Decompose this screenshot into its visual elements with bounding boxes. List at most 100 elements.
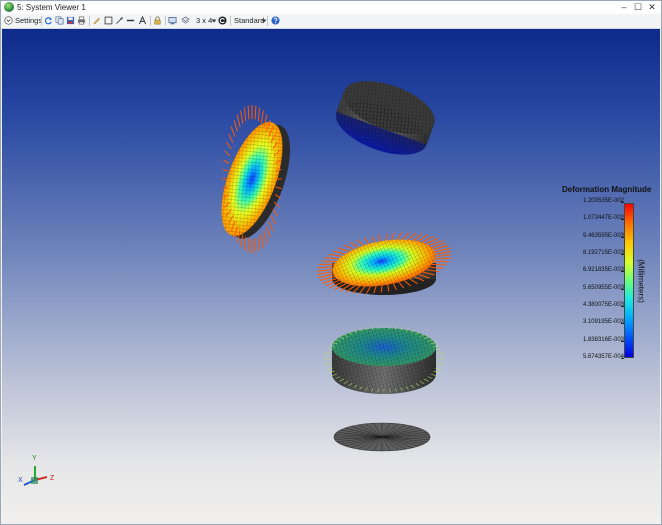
- legend-label: 5.650955E-003: [582, 284, 624, 291]
- legend-label: 3.109195E-003: [582, 319, 624, 326]
- disk-top[interactable]: [329, 70, 442, 165]
- view-mode-dropdown[interactable]: Standard: [234, 15, 264, 27]
- arrow-line: [257, 236, 261, 251]
- arrow-line: [380, 285, 383, 293]
- viewport-icon[interactable]: [168, 16, 177, 25]
- legend-tick: [621, 271, 624, 273]
- arrow-line: [396, 232, 402, 240]
- disk-left-deformed[interactable]: [209, 105, 303, 253]
- line-icon[interactable]: [126, 16, 135, 25]
- print-icon[interactable]: [77, 16, 86, 25]
- arrow-line: [228, 133, 234, 143]
- disk-bottom[interactable]: [333, 422, 431, 452]
- arrow-line: [230, 126, 236, 137]
- refresh-icon[interactable]: [44, 16, 53, 25]
- save-image-icon[interactable]: [66, 16, 75, 25]
- arrow-line: [363, 237, 370, 245]
- arrow-line: [435, 348, 442, 351]
- arrow-line: [326, 348, 333, 351]
- arrow-line: [240, 110, 244, 124]
- axis-x-label: X: [18, 477, 23, 484]
- legend-tick: [621, 202, 624, 203]
- arrow-line-icon[interactable]: [115, 16, 124, 25]
- arrow-line: [272, 208, 279, 217]
- rectangle-icon[interactable]: [104, 16, 113, 25]
- arrow-line: [435, 251, 452, 255]
- arrow-line: [325, 364, 332, 367]
- legend-label: 1.200535E-002: [582, 198, 624, 204]
- legend-unit: (Millimeters): [636, 259, 646, 303]
- arrow-line: [316, 271, 333, 275]
- maximize-button[interactable]: ☐: [631, 1, 645, 14]
- text-icon[interactable]: [138, 16, 147, 25]
- arrow-line: [236, 114, 241, 128]
- 3d-viewport[interactable]: Y Z X: [2, 29, 660, 523]
- legend-color-bar: [624, 203, 634, 358]
- toolbar-separator: [41, 16, 42, 26]
- arrow-line: [325, 351, 332, 354]
- settings-menu[interactable]: Settings: [15, 15, 42, 27]
- legend-label: 1.073447E-002: [582, 215, 624, 222]
- help-icon[interactable]: [271, 16, 280, 25]
- lock-icon[interactable]: [153, 16, 162, 25]
- close-button[interactable]: ✕: [645, 1, 659, 14]
- arrow-line: [247, 105, 250, 120]
- arrow-line: [260, 110, 264, 124]
- legend-label: 4.380075E-003: [582, 302, 624, 308]
- arrow-line: [338, 247, 350, 253]
- arrow-line: [257, 107, 261, 122]
- axis-y-label: Y: [32, 455, 37, 462]
- minimize-button[interactable]: –: [617, 1, 631, 14]
- chevron-down-circle-icon[interactable]: [4, 16, 13, 25]
- legend-label: 5.674357E-004: [582, 354, 624, 360]
- arrow-line: [263, 230, 268, 244]
- arrow-line: [268, 221, 274, 232]
- toolbar: Settings 3 x 4 Standard: [1, 14, 661, 29]
- disk-middle-deformed[interactable]: [316, 232, 452, 295]
- arrow-line: [391, 232, 395, 241]
- toolbar-separator: [89, 16, 90, 26]
- arrow-line: [436, 351, 443, 354]
- arrow-line: [371, 235, 376, 243]
- pencil-icon[interactable]: [92, 16, 101, 25]
- legend-tick: [621, 288, 624, 290]
- legend-tick: [621, 236, 624, 238]
- arrow-line: [328, 253, 342, 257]
- arrow-line: [316, 268, 333, 272]
- system-viewer-window: 5: System Viewer 1 – ☐ ✕ Settings 3 x 4 …: [0, 0, 662, 525]
- arrow-line: [266, 226, 271, 238]
- legend-tick: [621, 219, 624, 221]
- arrow-line: [344, 244, 354, 250]
- arrow-line: [224, 150, 231, 157]
- arrow-line: [223, 159, 230, 164]
- arrow-line: [402, 232, 410, 240]
- arrow-line: [324, 257, 339, 260]
- window-title: 5: System Viewer 1: [17, 3, 86, 12]
- title-bar: 5: System Viewer 1 – ☐ ✕: [1, 1, 661, 14]
- arrow-line: [326, 367, 333, 370]
- arrow-line: [436, 364, 443, 367]
- arrow-line: [254, 105, 257, 120]
- toolbar-separator: [267, 16, 268, 26]
- arrow-line: [247, 238, 250, 253]
- copy-icon[interactable]: [55, 16, 64, 25]
- layout-dropdown[interactable]: 3 x 4: [196, 15, 212, 27]
- cylinder-lower[interactable]: [324, 325, 444, 394]
- layers-icon[interactable]: [181, 16, 190, 25]
- arrow-line: [260, 234, 264, 248]
- arrow-line: [233, 120, 238, 132]
- axis-z-label: Z: [50, 475, 55, 482]
- arrow-line: [435, 367, 442, 370]
- legend-tick: [621, 340, 624, 342]
- arrow-line: [333, 250, 346, 255]
- arrow-line: [435, 254, 452, 258]
- model-scene: [23, 70, 452, 486]
- chevron-down-icon: [211, 19, 217, 23]
- legend-label: 6.921835E-003: [582, 267, 624, 274]
- arrow-line: [225, 141, 232, 150]
- toolbar-separator: [230, 16, 231, 26]
- legend-label: 8.192715E-003: [582, 250, 624, 256]
- rotate-view-icon[interactable]: [218, 16, 227, 25]
- legend-label: 1.838316E-003: [582, 336, 624, 343]
- legend-tick: [621, 254, 624, 255]
